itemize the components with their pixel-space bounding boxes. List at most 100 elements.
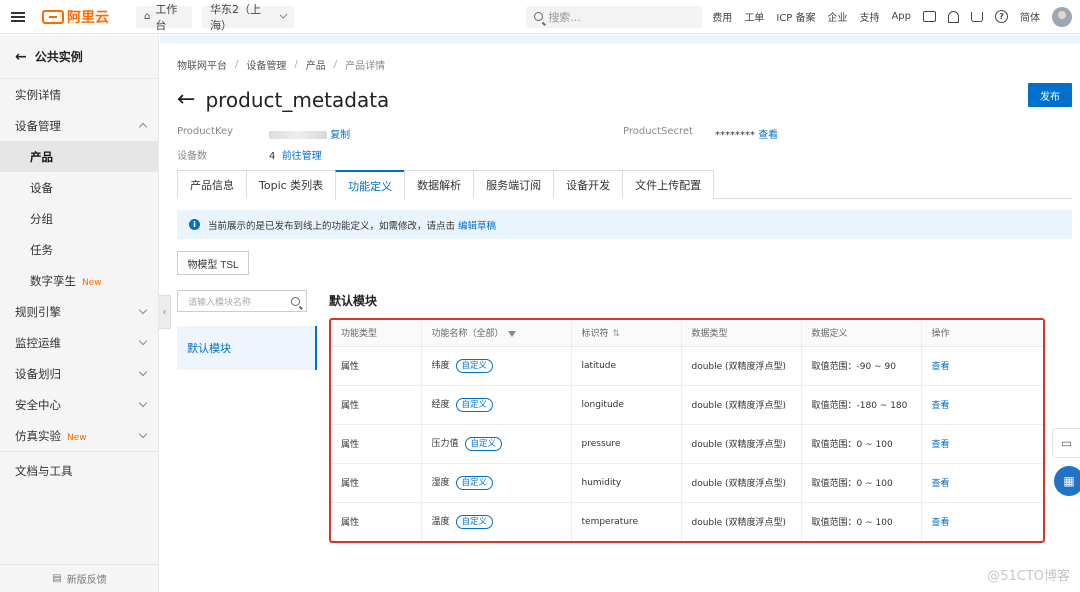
breadcrumb: 物联网平台 / 设备管理 / 产品 / 产品详情 (177, 56, 1072, 72)
title-row: ← product_metadata (177, 86, 1072, 114)
top-link-icp[interactable]: ICP 备案 (776, 9, 815, 24)
tab-server-subscription[interactable]: 服务端订阅 (473, 170, 555, 199)
tsl-button[interactable]: 物模型 TSL (177, 251, 249, 275)
cell-definition: 取值范围：0 ~ 100 (801, 424, 922, 464)
breadcrumb-device-management[interactable]: 设备管理 (246, 57, 286, 72)
language-switch[interactable]: 简体 (1020, 9, 1040, 24)
chevron-down-icon (279, 10, 288, 20)
col-feature-type: 功能类型 (331, 320, 422, 347)
feature-name: 经度 (431, 400, 450, 410)
sidebar-item-device-management[interactable]: 设备管理 (0, 110, 158, 141)
view-link[interactable]: 查看 (932, 440, 950, 450)
new-badge: New (82, 277, 102, 288)
feedback-label: 新版反馈 (66, 575, 107, 586)
device-count: 4 前往管理 (269, 147, 322, 162)
sidebar-item-digital-twin[interactable]: 数字孪生 New (0, 265, 158, 296)
custom-tag: 自定义 (455, 398, 494, 412)
help-icon[interactable]: ? (995, 10, 1008, 23)
view-link[interactable]: 查看 (932, 479, 950, 489)
copy-link[interactable]: 复制 (330, 130, 350, 141)
sidebar-item-simulation[interactable]: 仿真实验 New (0, 420, 158, 451)
tab-file-upload-config[interactable]: 文件上传配置 (622, 170, 715, 199)
table-row: 属性 湿度 自定义 humidity double (双精度浮点型) 取值范围：0… (331, 463, 1043, 503)
view-link[interactable]: 查看 (932, 518, 950, 528)
sidebar-back-button[interactable]: ← 公共实例 (0, 35, 158, 79)
cell-type: 属性 (331, 502, 422, 541)
sidebar-item-label-wrap: 仿真实验 New (15, 428, 87, 444)
module-item-default[interactable]: 默认模块 (177, 326, 317, 370)
edit-draft-link[interactable]: 编辑草稿 (458, 221, 496, 232)
chevron-down-icon (138, 429, 148, 439)
region-selector[interactable]: 华东2（上海） (202, 3, 294, 32)
info-icon: i (189, 219, 200, 230)
sidebar-item-monitoring[interactable]: 监控运维 (0, 327, 158, 358)
table-row: 属性 经度 自定义 longitude double (双精度浮点型) 取值范围：… (331, 385, 1043, 425)
search-placeholder: 搜索... (548, 10, 581, 24)
top-link-fees[interactable]: 费用 (712, 9, 732, 24)
view-secret-link[interactable]: 查看 (758, 130, 778, 141)
cell-type: 属性 (331, 346, 422, 386)
col-identifier[interactable]: 标识符 ⇅ (571, 320, 682, 347)
publish-button[interactable]: 发布 (1028, 83, 1072, 107)
custom-tag: 自定义 (455, 476, 494, 490)
top-link-app[interactable]: App (891, 11, 911, 22)
sidebar-item-label: 设备管理 (15, 118, 61, 133)
cell-identifier: temperature (571, 502, 682, 541)
table-header-row: 功能类型 功能名称（全部） 标识符 ⇅ 数据类型 数据定义 操作 (331, 320, 1043, 347)
top-link-tickets[interactable]: 工单 (744, 9, 764, 24)
tab-product-info[interactable]: 产品信息 (177, 170, 247, 199)
sort-icon[interactable]: ⇅ (613, 329, 621, 339)
sidebar-item-rules-engine[interactable]: 规则引擎 (0, 296, 158, 327)
info-message: 当前展示的是已发布到线上的功能定义，如需修改，请点击 (208, 220, 456, 232)
product-key-masked (269, 131, 327, 139)
cell-type: 属性 (331, 463, 422, 503)
global-search-input[interactable]: 搜索... (526, 5, 703, 28)
apps-grid-icon[interactable]: ▦ (1054, 466, 1080, 496)
sidebar-item-label: 规则引擎 (15, 304, 61, 319)
sidebar-item-docs-tools[interactable]: 文档与工具 (0, 452, 158, 490)
avatar[interactable] (1052, 6, 1072, 27)
workbench-button[interactable]: ⌂ 工作台 (136, 3, 192, 32)
feature-name: 压力值 (431, 439, 459, 449)
breadcrumb-iot-platform[interactable]: 物联网平台 (177, 57, 227, 72)
cart-icon[interactable] (971, 11, 983, 22)
top-link-enterprise[interactable]: 企业 (827, 9, 847, 24)
product-key-value: 复制 (269, 126, 350, 141)
sidebar-item-security-center[interactable]: 安全中心 (0, 389, 158, 420)
tab-device-development[interactable]: 设备开发 (553, 170, 624, 199)
sidebar-item-tasks[interactable]: 任务 (0, 234, 158, 265)
module-panel: 请输入模块名称 默认模块 (177, 290, 317, 370)
aliyun-logo[interactable]: 阿里云 (42, 7, 126, 27)
tab-topic-list[interactable]: Topic 类列表 (246, 170, 337, 199)
col-feature-name[interactable]: 功能名称（全部） (421, 320, 572, 347)
sidebar-item-groups[interactable]: 分组 (0, 203, 158, 234)
tab-data-parsing[interactable]: 数据解析 (404, 170, 475, 199)
notice-strip (160, 35, 1080, 43)
cell-definition: 取值范围：0 ~ 100 (801, 502, 922, 541)
chevron-left-icon: ‹ (162, 306, 167, 318)
col-actions: 操作 (921, 320, 1043, 347)
feedback-icon: ▤ (52, 573, 62, 584)
manage-devices-link[interactable]: 前往管理 (282, 151, 322, 162)
tab-feature-definition[interactable]: 功能定义 (335, 170, 406, 200)
feedback-button[interactable]: ▤ 新版反馈 (0, 564, 159, 592)
filter-icon[interactable] (507, 330, 516, 337)
sidebar: ← 公共实例 实例详情 设备管理 产品 设备 分组 任务 数字孪生 New 规则引… (0, 35, 159, 592)
sidebar-item-instance-details[interactable]: 实例详情 (0, 79, 158, 110)
view-link[interactable]: 查看 (932, 362, 950, 372)
chat-icon[interactable]: ▭ (1052, 428, 1080, 458)
watermark: @51CTO博客 (987, 569, 1070, 584)
terminal-icon[interactable] (923, 11, 936, 22)
menu-icon[interactable] (0, 0, 36, 34)
back-arrow-icon[interactable]: ← (177, 89, 195, 111)
cell-action: 查看 (921, 346, 1043, 386)
view-link[interactable]: 查看 (932, 401, 950, 411)
sidebar-collapse-toggle[interactable]: ‹ (159, 295, 171, 329)
sidebar-item-products[interactable]: 产品 (0, 141, 158, 172)
module-search-input[interactable]: 请输入模块名称 (177, 290, 307, 312)
bell-icon[interactable] (948, 10, 959, 23)
top-link-support[interactable]: 支持 (859, 9, 879, 24)
breadcrumb-products[interactable]: 产品 (306, 57, 326, 72)
sidebar-item-devices[interactable]: 设备 (0, 172, 158, 203)
sidebar-item-device-allocation[interactable]: 设备划归 (0, 358, 158, 389)
